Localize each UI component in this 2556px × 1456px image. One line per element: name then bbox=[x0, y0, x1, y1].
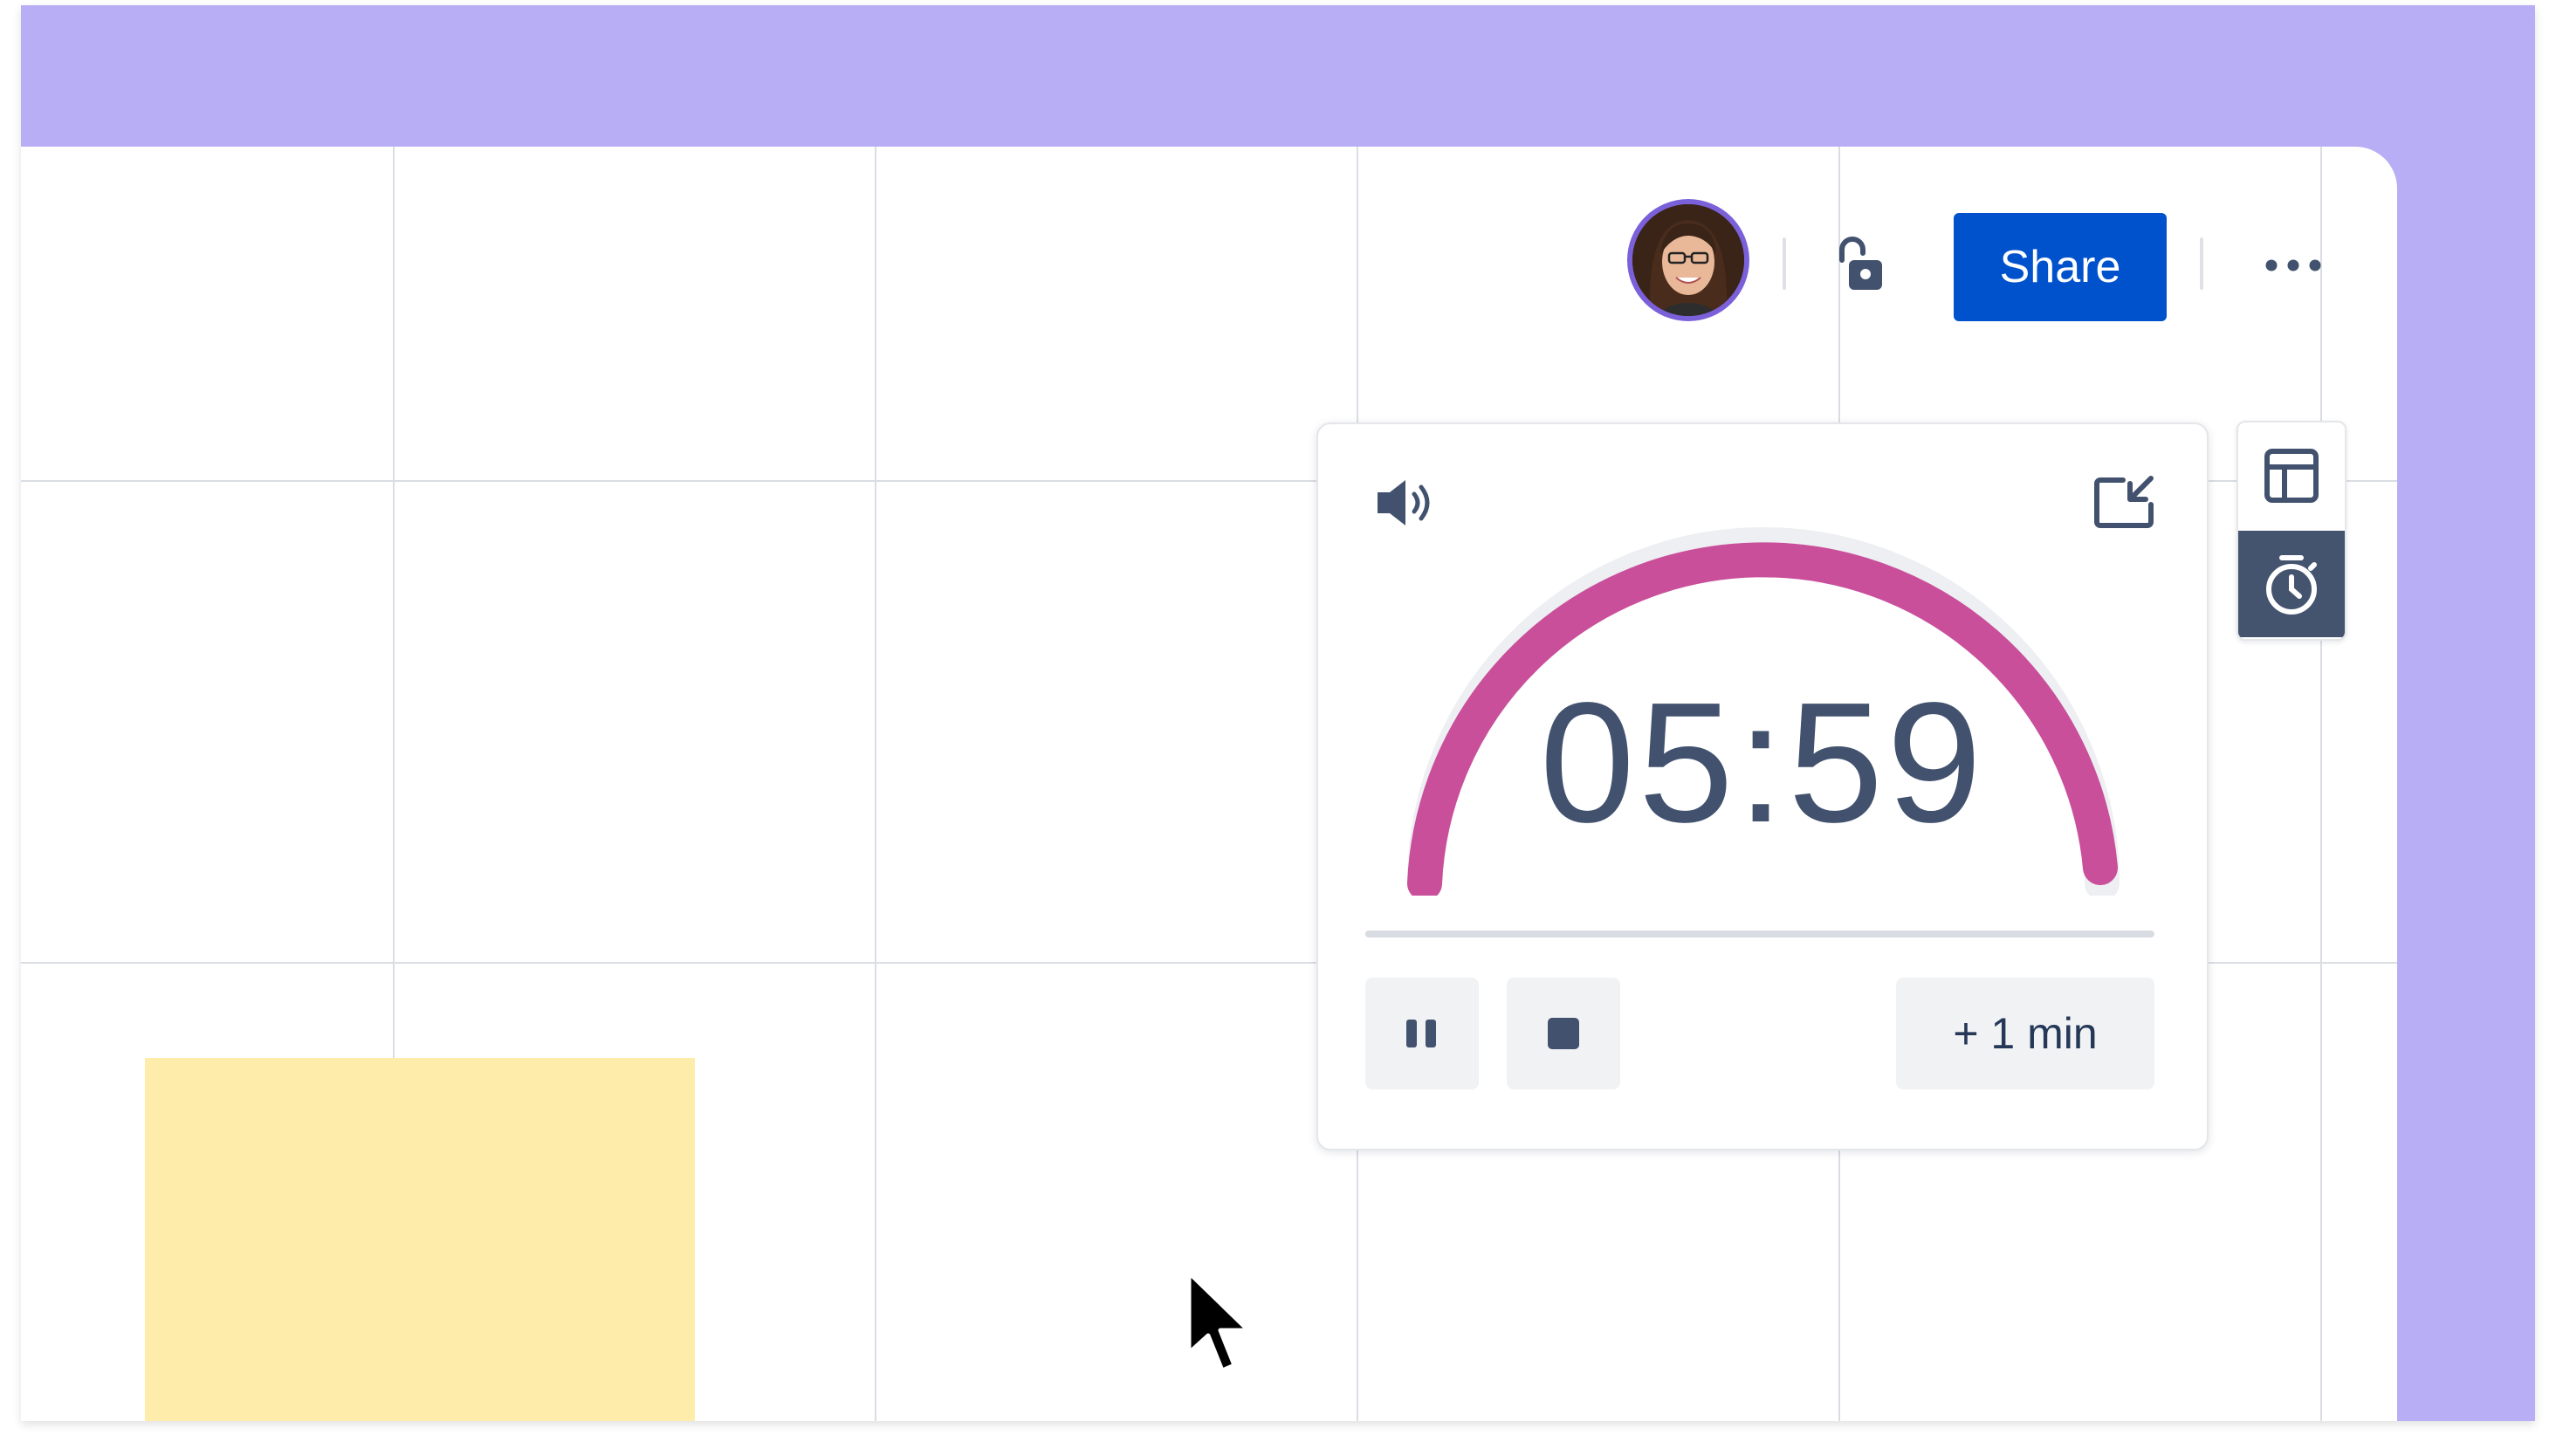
template-tool[interactable] bbox=[2238, 422, 2345, 529]
avatar-image bbox=[1632, 204, 1744, 316]
app-frame: Share 05:59 + 1 min bbox=[21, 5, 2535, 1421]
timer-panel: 05:59 + 1 min bbox=[1316, 422, 2209, 1150]
mouse-cursor-icon bbox=[1186, 1270, 1251, 1373]
timer-progress-fill bbox=[1365, 931, 2154, 937]
pause-icon bbox=[1406, 1020, 1436, 1047]
add-minute-button[interactable]: + 1 min bbox=[1896, 978, 2154, 1089]
more-icon[interactable] bbox=[2263, 250, 2324, 281]
timer-tool[interactable] bbox=[2238, 531, 2345, 637]
timer-progress-bar bbox=[1365, 931, 2154, 937]
side-toolbar bbox=[2236, 421, 2346, 641]
whiteboard-canvas[interactable]: Share 05:59 + 1 min bbox=[21, 147, 2397, 1421]
pause-button[interactable] bbox=[1365, 978, 1479, 1089]
unlock-icon[interactable] bbox=[1830, 234, 1893, 297]
avatar[interactable] bbox=[1627, 199, 1749, 321]
stopwatch-icon bbox=[2266, 555, 2317, 615]
stop-icon bbox=[1548, 1018, 1579, 1049]
timer-display: 05:59 bbox=[1539, 667, 1986, 858]
toolbar-divider bbox=[2200, 237, 2203, 290]
share-button[interactable]: Share bbox=[1954, 213, 2167, 321]
toolbar-divider bbox=[1783, 237, 1786, 290]
template-icon bbox=[2264, 449, 2319, 503]
stop-button[interactable] bbox=[1507, 978, 1620, 1089]
sticky-note[interactable] bbox=[145, 1058, 695, 1421]
